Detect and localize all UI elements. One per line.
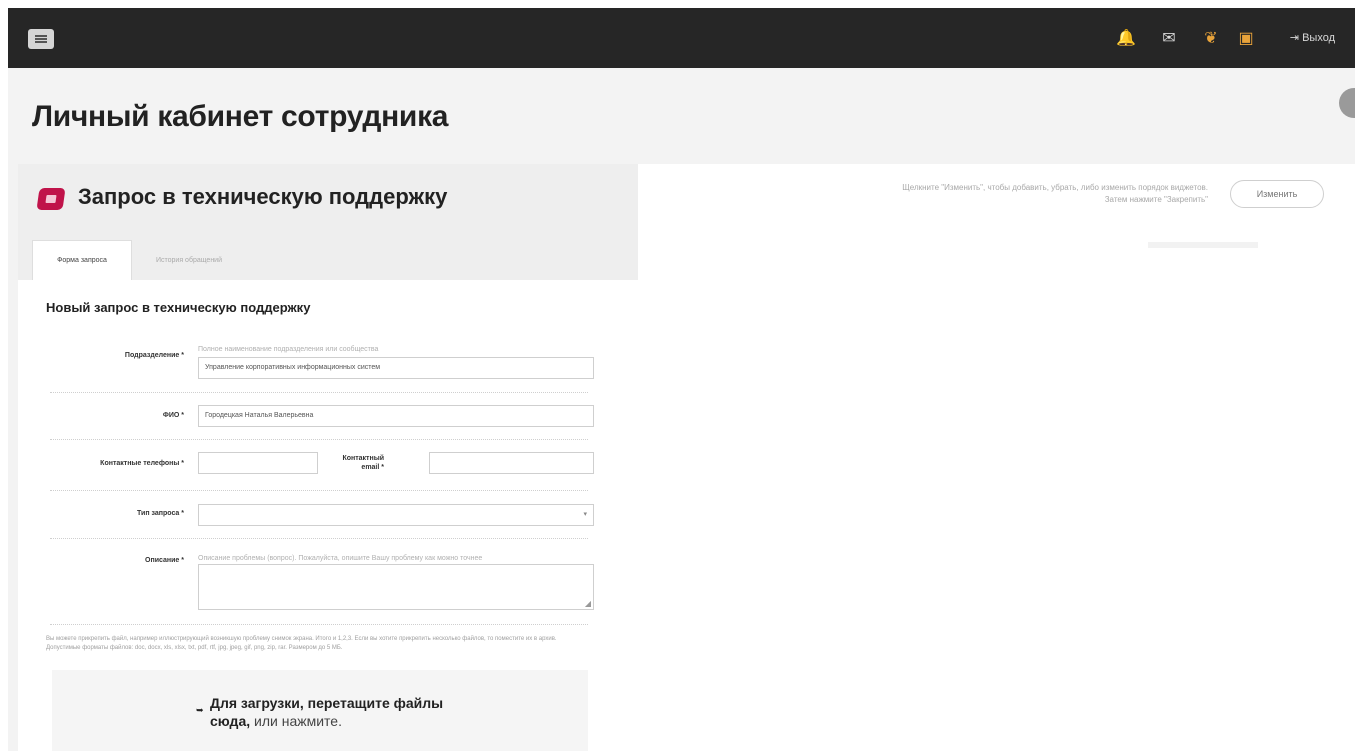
dropzone-text: Для загрузки, перетащите файлы сюда, или… <box>210 694 470 730</box>
description-textarea[interactable]: ◢ <box>198 564 594 610</box>
support-widget: Запрос в техническую поддержку Форма зап… <box>18 164 638 751</box>
phone-field[interactable] <box>198 452 318 474</box>
department-field[interactable]: Управление корпоративных информационных … <box>198 357 594 379</box>
top-bar: 🔔 ✉ ❦ ▣ ⇥ Выход <box>8 8 1355 68</box>
feedback-icon[interactable]: ❦ <box>1200 28 1222 50</box>
tab-request-history[interactable]: История обращений <box>134 240 244 280</box>
divider <box>1148 242 1258 248</box>
widget-title: Запрос в техническую поддержку <box>78 184 448 209</box>
phone-label: Контактные телефоны * <box>100 460 184 467</box>
logout-icon: ⇥ <box>1289 32 1300 44</box>
request-form: Новый запрос в техническую поддержку Под… <box>18 280 638 751</box>
main-area: Личный кабинет сотрудника Запрос в техни… <box>8 68 1355 751</box>
department-hint: Полное наименование подразделения или со… <box>198 346 379 353</box>
divider <box>50 392 588 393</box>
divider <box>50 538 588 539</box>
news-icon[interactable]: ▣ <box>1235 28 1257 50</box>
upload-icon: ➥ <box>196 705 204 715</box>
ticket-icon <box>36 188 66 210</box>
email-label: Контактный email * <box>342 455 384 471</box>
hamburger-icon[interactable] <box>28 29 54 49</box>
tab-request-form[interactable]: Форма запроса <box>32 240 132 280</box>
mail-icon[interactable]: ✉ <box>1158 28 1180 50</box>
fio-label: ФИО * <box>162 412 184 419</box>
request-type-label: Тип запроса * <box>137 510 184 517</box>
logout-link[interactable]: ⇥ Выход <box>1290 31 1335 44</box>
fio-field[interactable]: Городецкая Наталья Валерьевна <box>198 405 594 427</box>
upload-note: Вы можете прикрепить файл, например иллю… <box>46 636 557 651</box>
request-type-select[interactable]: ▾ <box>198 504 594 526</box>
email-field[interactable] <box>429 452 594 474</box>
customize-hint: Щелкните "Изменить", чтобы добавить, убр… <box>902 183 1208 204</box>
app-window: 🔔 ✉ ❦ ▣ ⇥ Выход Личный кабинет сотрудник… <box>0 0 1355 751</box>
department-label: Подразделение * <box>124 352 184 359</box>
divider <box>50 439 588 440</box>
resize-handle-icon[interactable]: ◢ <box>585 599 591 608</box>
widget-header: Запрос в техническую поддержку Форма зап… <box>18 164 638 280</box>
settings-icon[interactable] <box>1339 88 1355 118</box>
page-title: Личный кабинет сотрудника <box>32 100 449 133</box>
description-label: Описание * <box>145 557 184 564</box>
chevron-down-icon: ▾ <box>583 511 587 518</box>
form-title: Новый запрос в техническую поддержку <box>46 300 311 315</box>
dropzone-browse-link[interactable]: или нажмите. <box>254 713 342 729</box>
divider <box>50 490 588 491</box>
divider <box>50 624 588 625</box>
bell-icon[interactable]: 🔔 <box>1115 28 1137 50</box>
widget-settings-panel: Щелкните "Изменить", чтобы добавить, убр… <box>638 164 1355 751</box>
file-dropzone[interactable]: ➥ Для загрузки, перетащите файлы сюда, и… <box>52 670 588 751</box>
change-layout-button[interactable]: Изменить <box>1230 180 1324 208</box>
description-hint: Описание проблемы (вопрос). Пожалуйста, … <box>198 555 483 562</box>
logout-label: Выход <box>1302 32 1335 44</box>
